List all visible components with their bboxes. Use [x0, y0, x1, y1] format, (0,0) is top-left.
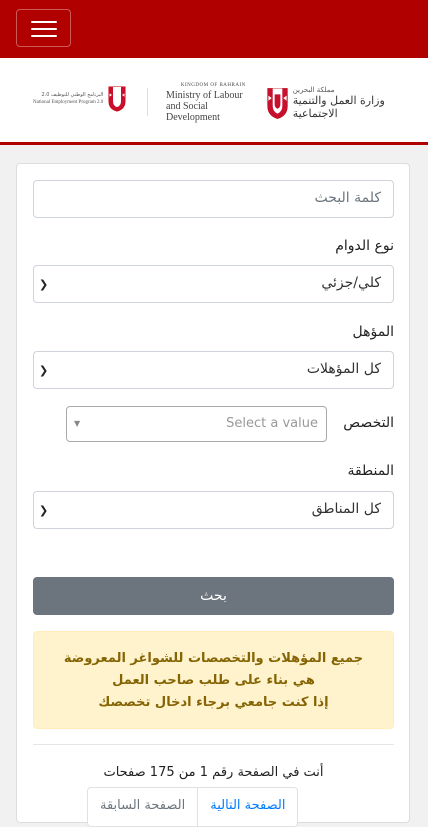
work-type-value: كلي/جزئي	[321, 275, 381, 291]
qualification-label: المؤهل	[352, 324, 394, 340]
chevron-down-icon: ❯	[39, 364, 49, 377]
keyword-search-input[interactable]: كلمة البحث	[33, 180, 394, 218]
ministry-emblem-icon	[267, 87, 288, 119]
side-pattern-right	[412, 150, 428, 814]
hamburger-icon-bar	[31, 35, 57, 37]
prev-page-button[interactable]: الصفحة السابقة	[87, 787, 199, 827]
next-page-button[interactable]: الصفحة التالية	[198, 787, 299, 827]
hamburger-icon-bar	[31, 28, 57, 30]
kingdom-text: KINGDOM OF BAHRAIN	[180, 83, 246, 88]
hamburger-menu-button[interactable]	[16, 9, 71, 47]
pagination: الصفحة السابقة الصفحة التالية	[87, 787, 299, 827]
alert-line-1: جميع المؤهلات والتخصصات للشواغر المعروضة	[63, 651, 364, 666]
specialty-label: التخصص	[343, 415, 394, 431]
pagination-info: أنت في الصفحة رقم 1 من 175 صفحات	[103, 765, 324, 780]
nep-logo: البرنامج الوطني للتوظيف 2.0 National Emp…	[33, 86, 127, 112]
side-pattern-left	[0, 150, 16, 814]
specialty-select[interactable]: Select a value ▼	[66, 406, 327, 442]
nep-english-text: National Employment Program 2.0	[33, 100, 104, 105]
region-value: كل المناطق	[311, 501, 381, 517]
work-type-select[interactable]: كلي/جزئي ❯	[33, 265, 394, 303]
logo-separator	[147, 88, 148, 116]
region-select[interactable]: كل المناطق ❯	[33, 491, 394, 529]
triangle-down-icon: ▼	[74, 419, 81, 428]
work-type-label: نوع الدوام	[335, 238, 394, 254]
alert-line-3: إذا كنت جامعي برجاء ادخال تخصصك	[98, 695, 329, 710]
ministry-arabic-name: وزارة العمل والتنمية الاجتماعية	[292, 93, 385, 120]
region-label: المنطقة	[347, 463, 394, 479]
info-alert: جميع المؤهلات والتخصصات للشواغر المعروضة…	[33, 631, 394, 729]
ministry-line1: Ministry of Labour	[166, 90, 243, 101]
bahrain-emblem-icon	[108, 86, 126, 112]
search-button[interactable]: بحث	[33, 577, 394, 615]
alert-line-2: هي بناء على طلب صاحب العمل	[112, 673, 315, 688]
chevron-down-icon: ❯	[39, 504, 49, 517]
keyword-placeholder: كلمة البحث	[314, 190, 381, 206]
qualification-value: كل المؤهلات	[306, 361, 381, 377]
chevron-down-icon: ❯	[39, 278, 49, 291]
qualification-select[interactable]: كل المؤهلات ❯	[33, 351, 394, 389]
top-navbar	[0, 0, 428, 58]
ministry-line2: and Social Development	[166, 101, 220, 123]
ministry-logo: KINGDOM OF BAHRAIN Ministry of Labour an…	[166, 82, 428, 123]
divider	[33, 744, 394, 745]
nep-arabic-text: البرنامج الوطني للتوظيف 2.0	[41, 92, 104, 98]
logo-band: البرنامج الوطني للتوظيف 2.0 National Emp…	[0, 58, 428, 145]
specialty-placeholder: Select a value	[226, 416, 318, 431]
ministry-arabic-small: مملكة البحرين	[292, 85, 335, 94]
hamburger-icon	[31, 21, 57, 23]
